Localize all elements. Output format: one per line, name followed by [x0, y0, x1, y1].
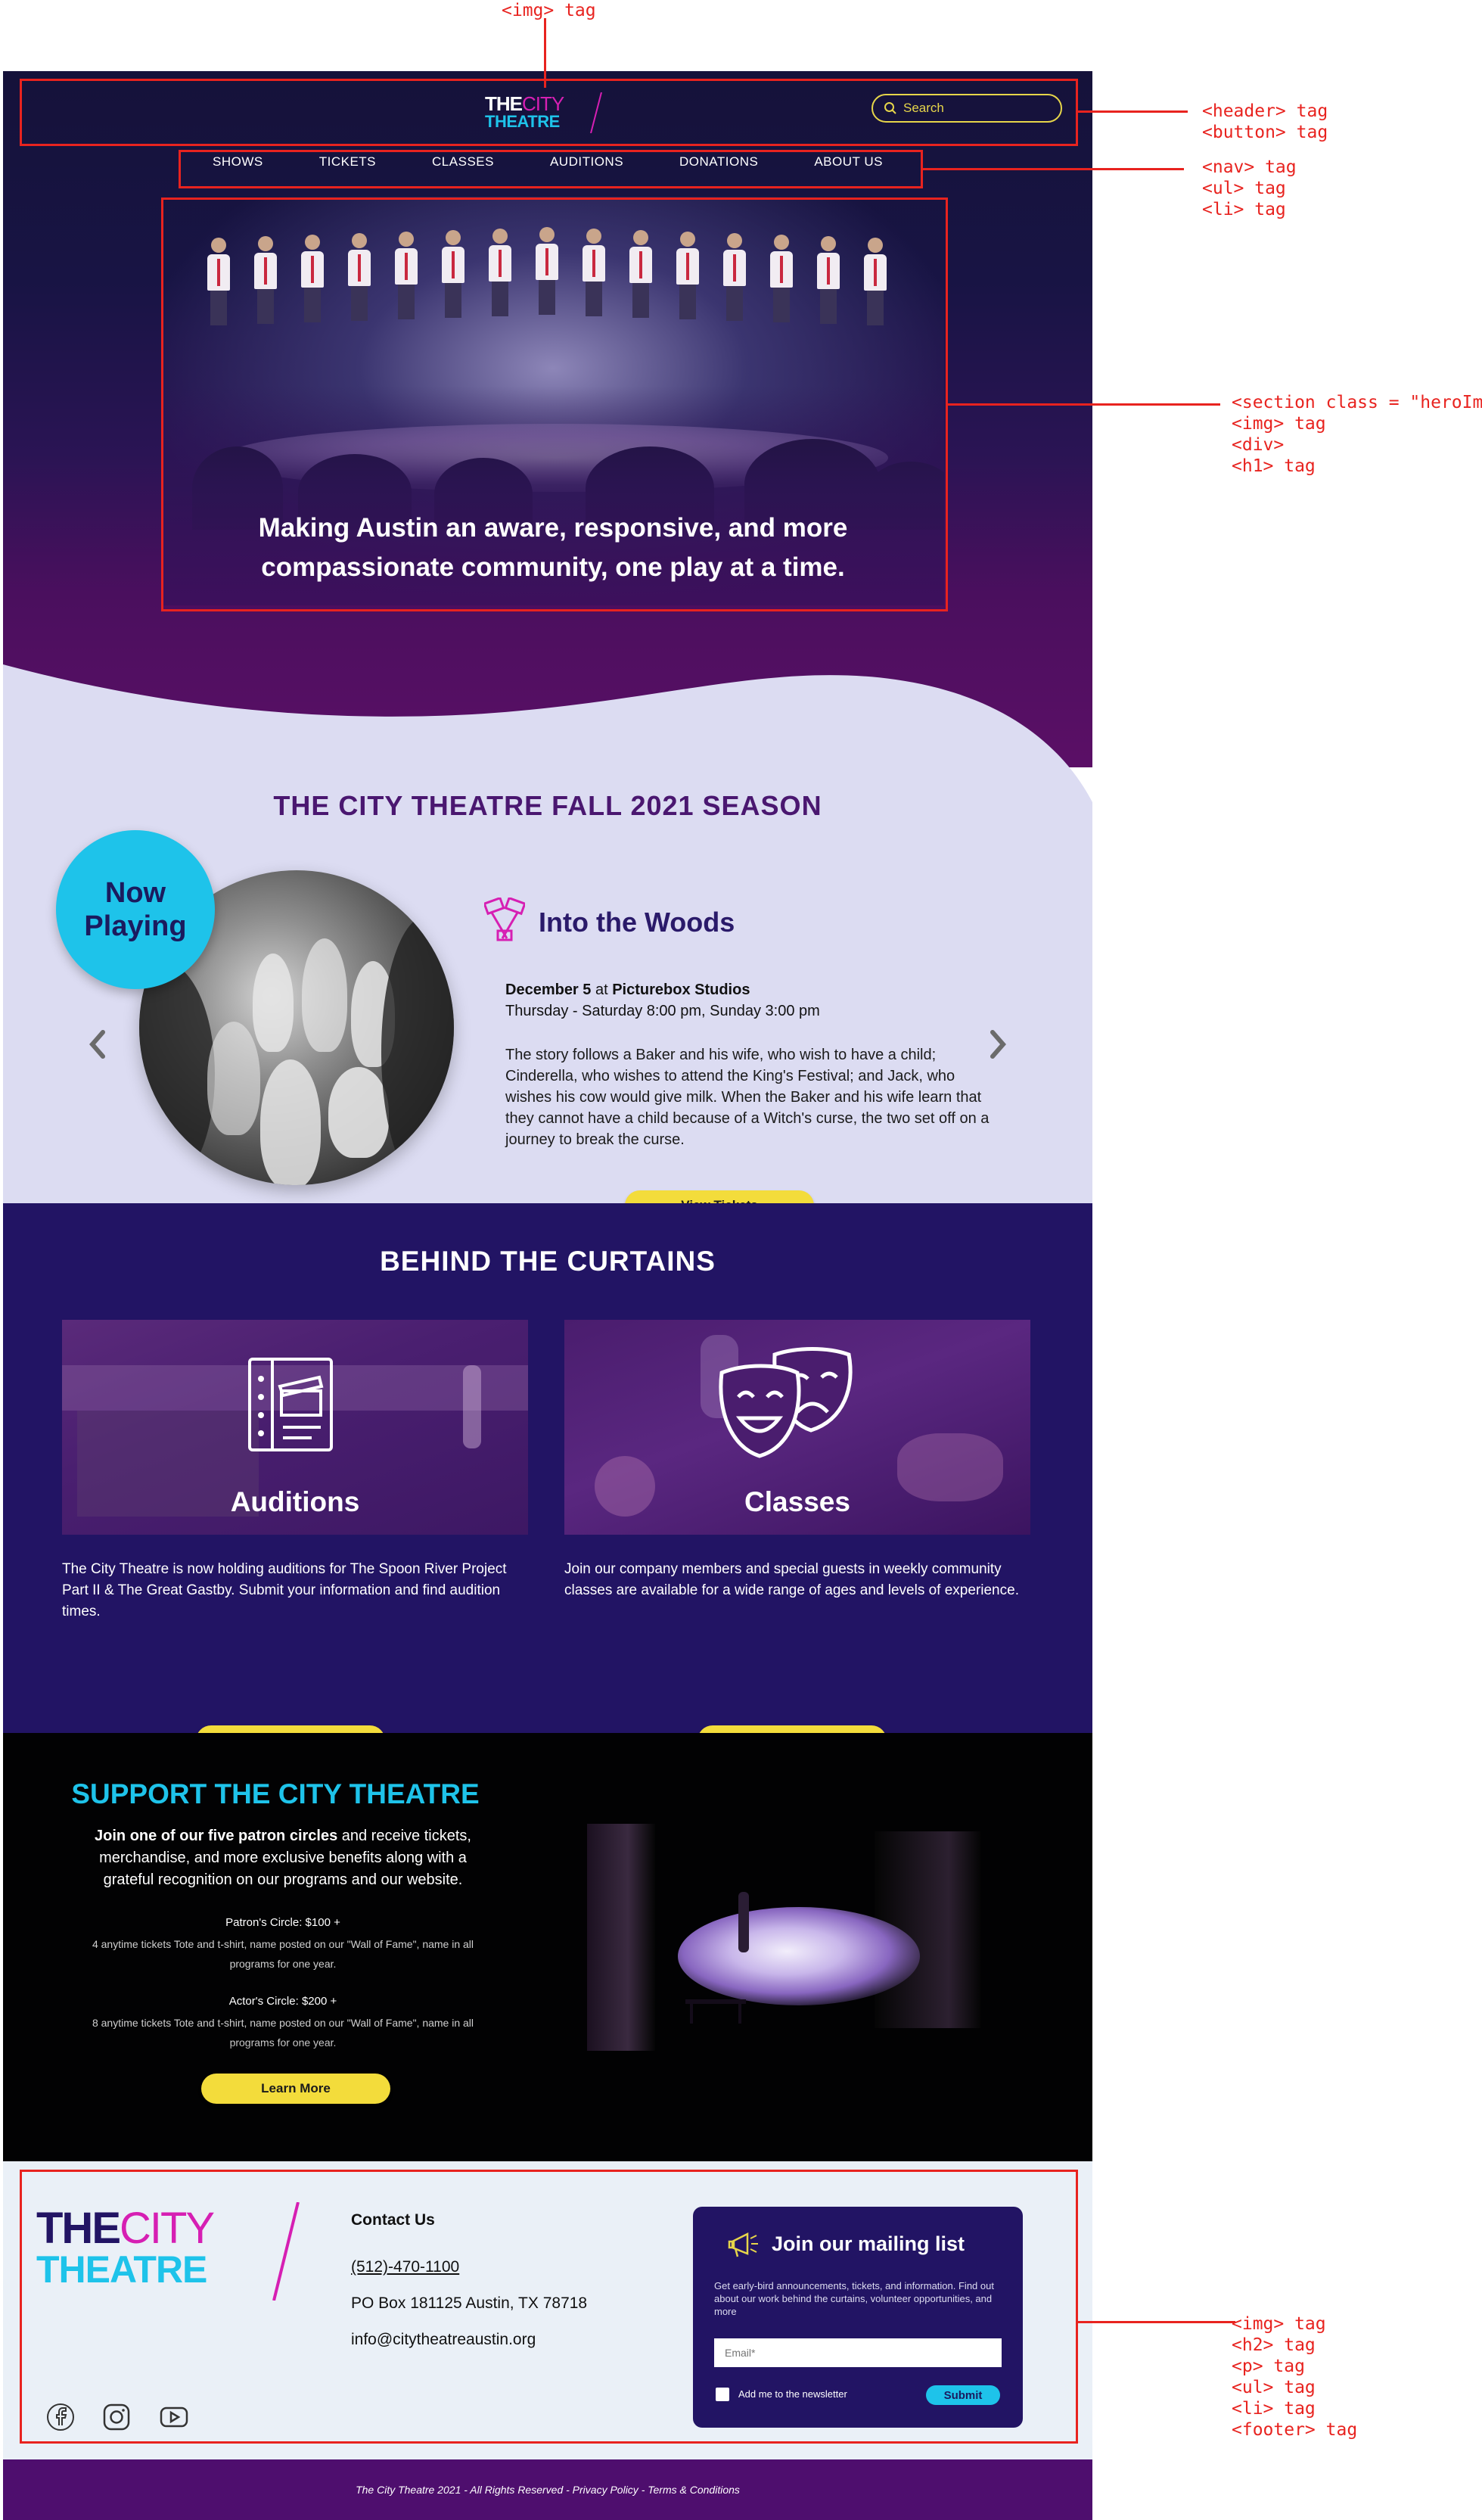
behind-title: BEHIND THE CURTAINS	[380, 1246, 716, 1277]
show-times: Thursday - Saturday 8:00 pm, Sunday 3:00…	[505, 1003, 820, 1019]
classes-text: Join our company members and special gue…	[564, 1561, 1019, 1598]
behind-the-curtains-section: BEHIND THE CURTAINS Auditions Classes Th…	[3, 1203, 1092, 1756]
theatre-masks-icon	[719, 1347, 853, 1458]
chevron-left-icon[interactable]	[86, 1026, 109, 1062]
show-venue: Picturebox Studios	[612, 982, 750, 998]
header-outline	[20, 79, 1078, 146]
footer-tag-annotation: <img> tag <h2> tag <p> tag <ul> tag <li>…	[1232, 2314, 1358, 2440]
support-title: SUPPORT THE CITY THEATRE	[71, 1778, 480, 1809]
theatre-masks-icon	[484, 898, 525, 941]
nav-outline	[179, 150, 923, 188]
hero-outline	[161, 198, 948, 611]
badge-line-2: Playing	[84, 910, 187, 942]
tier-name: Actor's Circle: $200 +	[228, 1995, 337, 2008]
tier-description: 4 anytime tickets Tote and t-shirt, name…	[92, 1938, 474, 1970]
img-tag-annotation: <img> tag	[502, 1, 596, 20]
show-date: December 5	[505, 982, 592, 998]
now-playing-badge: Now Playing	[56, 830, 215, 989]
support-intro: Join one of our five patron circles and …	[86, 1825, 480, 1891]
tier-name: Patron's Circle: $100 +	[225, 1916, 340, 1929]
classes-label: Classes	[744, 1486, 850, 1517]
support-section: SUPPORT THE CITY THEATRE Join one of our…	[3, 1733, 1092, 2161]
hero-tag-annotation: <section class = "heroImage"> <img> tag …	[1232, 393, 1482, 476]
season-section: THE CITY THEATRE FALL 2021 SEASON Now Pl…	[3, 631, 1092, 1221]
nav-tag-annotation: <nav> tag <ul> tag <li> tag	[1202, 157, 1297, 219]
support-intro-bold: Join one of our five patron circles	[95, 1828, 338, 1844]
support-learn-more-button[interactable]: Learn More	[201, 2074, 390, 2104]
clapperboard-icon	[248, 1358, 333, 1451]
show-schedule: December 5 at Picturebox Studios Thursda…	[505, 979, 820, 1022]
copyright-bar: The City Theatre 2021 - All Rights Reser…	[3, 2459, 1092, 2520]
auditions-card-image[interactable]: Auditions	[62, 1320, 528, 1535]
nav-annotation-connector	[923, 168, 1184, 170]
show-description: The story follows a Baker and his wife, …	[505, 1047, 990, 1148]
header-annotation-connector	[1078, 110, 1188, 113]
auditions-text: The City Theatre is now holding audition…	[62, 1561, 507, 1619]
stage-smoke-image	[587, 1816, 1011, 2089]
classes-card-image[interactable]: Classes	[564, 1320, 1030, 1535]
badge-line-1: Now	[104, 877, 166, 909]
footer-annotation-connector	[1078, 2321, 1235, 2323]
show-title: Into the Woods	[539, 907, 735, 938]
chevron-right-icon[interactable]	[986, 1026, 1009, 1062]
show-date-at: at	[591, 982, 613, 998]
season-title: THE CITY THEATRE FALL 2021 SEASON	[273, 790, 822, 821]
img-annotation-connector	[544, 18, 546, 88]
auditions-label: Auditions	[230, 1486, 360, 1517]
header-tag-annotation: <header> tag <button> tag	[1202, 101, 1328, 142]
footer-outline	[20, 2170, 1078, 2444]
hero-annotation-connector	[948, 403, 1220, 406]
